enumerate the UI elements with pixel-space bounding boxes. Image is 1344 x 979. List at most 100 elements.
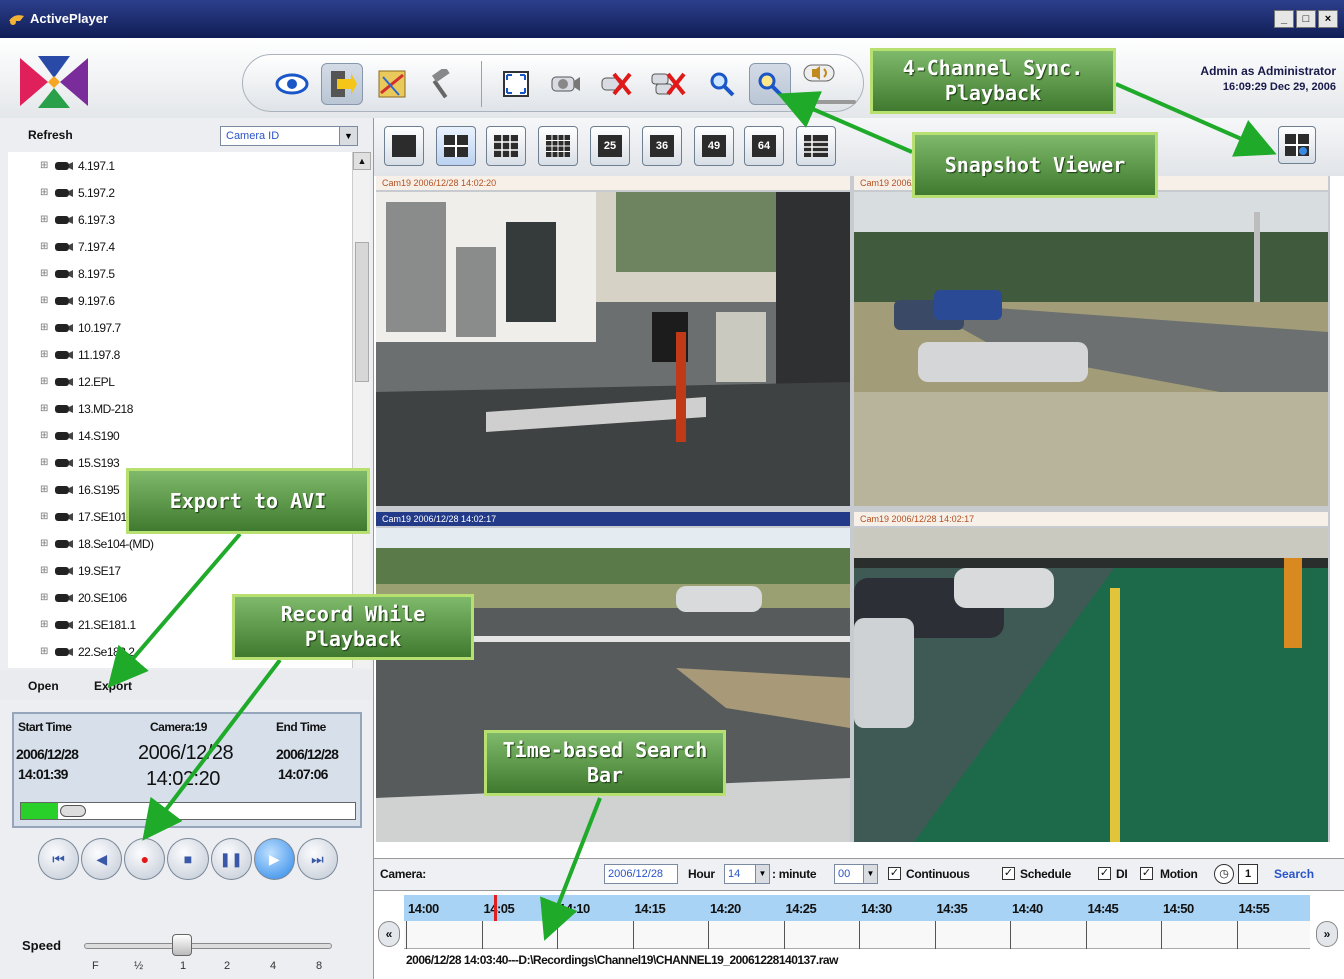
- hour-select[interactable]: 14 ▼: [724, 864, 770, 884]
- camera-view-1[interactable]: Cam19 2006/12/28 14:02:20: [376, 176, 850, 506]
- expand-icon[interactable]: ⊞: [40, 214, 54, 225]
- schedule-checkbox[interactable]: ✓: [1002, 867, 1015, 880]
- layout-9-button[interactable]: [486, 126, 526, 166]
- scroll-thumb[interactable]: [355, 242, 369, 382]
- chevron-down-icon[interactable]: ▼: [863, 865, 877, 883]
- clock-icon[interactable]: ◷: [1214, 864, 1234, 884]
- speed-tick: 2: [224, 960, 231, 972]
- import-icon[interactable]: [321, 63, 363, 105]
- expand-icon[interactable]: ⊞: [40, 538, 54, 549]
- pause-icon[interactable]: ❚❚: [210, 838, 252, 880]
- chevron-down-icon[interactable]: ▼: [339, 127, 357, 145]
- tree-item[interactable]: ⊞ 19.SE17: [8, 557, 352, 584]
- page-indicator[interactable]: 1: [1238, 864, 1258, 884]
- sync-playback-button[interactable]: [1278, 126, 1316, 164]
- expand-icon[interactable]: ⊞: [40, 187, 54, 198]
- maximize-button[interactable]: □: [1296, 10, 1316, 28]
- speed-knob[interactable]: [172, 934, 192, 956]
- layout-36-button[interactable]: 36: [642, 126, 682, 166]
- tree-item[interactable]: ⊞ 12.EPL: [8, 368, 352, 395]
- layout-16-button[interactable]: [538, 126, 578, 166]
- camera-view-2[interactable]: Cam19 2006/12/28 14:02:19: [854, 176, 1328, 506]
- minute-select[interactable]: 00 ▼: [834, 864, 878, 884]
- expand-icon[interactable]: ⊞: [40, 619, 54, 630]
- fullscreen-icon[interactable]: [495, 63, 537, 105]
- expand-icon[interactable]: ⊞: [40, 646, 54, 657]
- playback-progress[interactable]: [20, 802, 356, 820]
- expand-icon[interactable]: ⊞: [40, 241, 54, 252]
- skip-back-icon[interactable]: ⏮: [38, 838, 80, 880]
- expand-icon[interactable]: ⊞: [40, 160, 54, 171]
- tree-item[interactable]: ⊞ 9.197.6: [8, 287, 352, 314]
- layout-64-button[interactable]: 64: [744, 126, 784, 166]
- layout-49-button[interactable]: 49: [694, 126, 734, 166]
- tree-item[interactable]: ⊞ 6.197.3: [8, 206, 352, 233]
- progress-knob[interactable]: [59, 805, 86, 817]
- speed-slider[interactable]: [84, 943, 332, 949]
- play-icon[interactable]: ▶: [253, 838, 295, 880]
- layout-custom-button[interactable]: [796, 126, 836, 166]
- skip-forward-icon[interactable]: ⏭: [296, 838, 338, 880]
- disconnect-icon[interactable]: [595, 63, 637, 105]
- step-back-icon[interactable]: ◀: [81, 838, 123, 880]
- layout-4-button[interactable]: [436, 126, 476, 166]
- di-checkbox[interactable]: ✓: [1098, 867, 1111, 880]
- expand-icon[interactable]: ⊞: [40, 511, 54, 522]
- tools-icon[interactable]: [419, 63, 461, 105]
- scroll-up-icon[interactable]: ▲: [353, 152, 371, 170]
- close-button[interactable]: ×: [1318, 10, 1338, 28]
- tree-item[interactable]: ⊞ 10.197.7: [8, 314, 352, 341]
- expand-icon[interactable]: ⊞: [40, 268, 54, 279]
- timeline-tick: [783, 921, 785, 949]
- callout-time-search-bar: Time-based Search Bar: [484, 730, 726, 796]
- continuous-checkbox[interactable]: ✓: [888, 867, 901, 880]
- tree-item[interactable]: ⊞ 14.S190: [8, 422, 352, 449]
- timeline-cursor[interactable]: [494, 895, 497, 921]
- eye-icon[interactable]: [271, 63, 313, 105]
- speed-label: Speed: [22, 938, 62, 953]
- tree-item[interactable]: ⊞ 11.197.8: [8, 341, 352, 368]
- expand-icon[interactable]: ⊞: [40, 592, 54, 603]
- disconnect-all-icon[interactable]: [647, 63, 689, 105]
- tree-scrollbar[interactable]: ▲: [352, 152, 371, 668]
- search-icon[interactable]: [701, 63, 743, 105]
- camera-sort-select[interactable]: Camera ID ▼: [220, 126, 358, 146]
- expand-icon[interactable]: ⊞: [40, 349, 54, 360]
- expand-icon[interactable]: ⊞: [40, 430, 54, 441]
- camera-view-4[interactable]: Cam19 2006/12/28 14:02:17: [854, 512, 1328, 842]
- time-search-bar: « 14:00 14:05 14:10 14:15 14:20 14:25 14:30 14:…: [374, 890, 1344, 979]
- timeline-track[interactable]: [404, 895, 1310, 949]
- expand-icon[interactable]: ⊞: [40, 403, 54, 414]
- expand-icon[interactable]: ⊞: [40, 295, 54, 306]
- motion-checkbox[interactable]: ✓: [1140, 867, 1153, 880]
- expand-icon[interactable]: ⊞: [40, 376, 54, 387]
- snapshot-search-icon[interactable]: [749, 63, 791, 105]
- minimize-button[interactable]: _: [1274, 10, 1294, 28]
- refresh-button[interactable]: Refresh: [28, 128, 73, 142]
- stop-icon[interactable]: ■: [167, 838, 209, 880]
- tree-item[interactable]: ⊞ 18.Se104-(MD): [8, 530, 352, 557]
- tree-item[interactable]: ⊞ 4.197.1: [8, 152, 352, 179]
- expand-icon[interactable]: ⊞: [40, 565, 54, 576]
- expand-icon[interactable]: ⊞: [40, 484, 54, 495]
- tree-item[interactable]: ⊞ 5.197.2: [8, 179, 352, 206]
- layout-1-button[interactable]: [384, 126, 424, 166]
- expand-icon[interactable]: ⊞: [40, 322, 54, 333]
- timeline-next-button[interactable]: »: [1316, 921, 1338, 947]
- search-button[interactable]: Search: [1274, 867, 1314, 881]
- volume-slider[interactable]: [808, 100, 856, 104]
- chevron-down-icon[interactable]: ▼: [755, 865, 769, 883]
- tree-item[interactable]: ⊞ 7.197.4: [8, 233, 352, 260]
- tree-item[interactable]: ⊞ 13.MD-218: [8, 395, 352, 422]
- tree-item[interactable]: ⊞ 8.197.5: [8, 260, 352, 287]
- record-icon[interactable]: ●: [124, 838, 166, 880]
- date-input[interactable]: 2006/12/28: [604, 864, 678, 884]
- open-button[interactable]: Open: [28, 679, 59, 693]
- layout-25-button[interactable]: 25: [590, 126, 630, 166]
- camera-icon[interactable]: [545, 63, 587, 105]
- timeline-prev-button[interactable]: «: [378, 921, 400, 947]
- export-button[interactable]: Export: [94, 679, 132, 693]
- expand-icon[interactable]: ⊞: [40, 457, 54, 468]
- audio-icon[interactable]: [799, 57, 841, 87]
- map-icon[interactable]: [371, 63, 413, 105]
